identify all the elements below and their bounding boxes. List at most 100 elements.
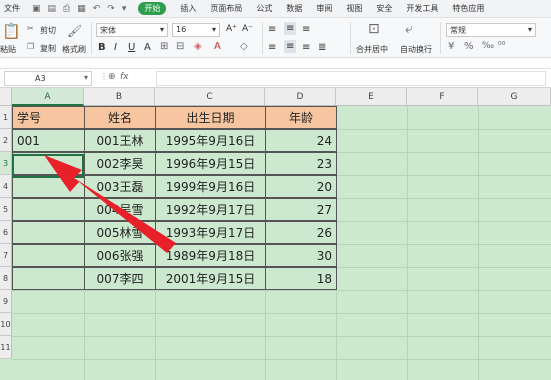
table-cell[interactable]: 30: [265, 244, 337, 267]
cell-style-icon[interactable]: ⊟: [176, 41, 184, 52]
tab-security[interactable]: 安全: [376, 3, 392, 14]
header-cell-age[interactable]: 年龄: [265, 106, 337, 129]
font-name-select[interactable]: 宋体 ▾: [96, 23, 168, 37]
row-header-8[interactable]: 8: [0, 267, 12, 290]
grow-font-icon[interactable]: A⁺: [226, 24, 237, 34]
column-header-d[interactable]: D: [265, 88, 336, 106]
tab-data[interactable]: 数据: [286, 3, 302, 14]
header-cell-birthdate[interactable]: 出生日期: [155, 106, 266, 129]
column-header-a[interactable]: A: [12, 88, 84, 106]
align-top-icon[interactable]: ≡: [268, 24, 276, 35]
print-icon[interactable]: ⎙: [63, 4, 70, 14]
merge-center-icon[interactable]: ⊡: [368, 21, 380, 37]
table-cell[interactable]: 24: [265, 129, 337, 152]
clear-icon[interactable]: ◇: [240, 41, 248, 52]
row-header-5[interactable]: 5: [0, 198, 12, 221]
row-header-3[interactable]: 3: [0, 152, 12, 175]
menu-file[interactable]: 文件: [4, 3, 20, 14]
table-cell[interactable]: 001: [12, 129, 85, 152]
row-header-9[interactable]: 9: [0, 290, 12, 313]
underline-icon[interactable]: U: [128, 42, 135, 53]
column-header-b[interactable]: B: [84, 88, 155, 106]
row-header-1[interactable]: 1: [0, 106, 12, 129]
row-header-2[interactable]: 2: [0, 129, 12, 152]
table-cell[interactable]: 1999年9月16日: [155, 175, 266, 198]
font-color-icon[interactable]: A: [214, 41, 221, 52]
font-size-select[interactable]: 16 ▾: [172, 23, 220, 37]
thousands-icon[interactable]: ‰: [482, 41, 494, 51]
name-box[interactable]: A3 ▾: [4, 71, 92, 86]
table-cell[interactable]: [12, 267, 85, 290]
undo-icon[interactable]: ↶: [93, 4, 101, 14]
column-header-f[interactable]: F: [407, 88, 478, 106]
cut-button[interactable]: 剪切: [40, 25, 56, 36]
redo-icon[interactable]: ↷: [107, 4, 115, 14]
table-cell[interactable]: 26: [265, 221, 337, 244]
paste-button[interactable]: 粘贴: [0, 44, 16, 55]
dropdown-icon[interactable]: ▾: [122, 4, 127, 14]
table-cell[interactable]: 18: [265, 267, 337, 290]
table-cell[interactable]: 002李昊: [84, 152, 156, 175]
align-left-icon[interactable]: ≡: [268, 42, 276, 53]
zoom-icon[interactable]: ⊕: [108, 72, 116, 82]
new-file-icon[interactable]: ▣: [32, 4, 41, 14]
row-header-10[interactable]: 10: [0, 313, 12, 336]
column-header-e[interactable]: E: [336, 88, 407, 106]
row-header-4[interactable]: 4: [0, 175, 12, 198]
tab-review[interactable]: 审阅: [316, 3, 332, 14]
select-all-corner[interactable]: [0, 88, 12, 106]
header-cell-id[interactable]: 学号: [12, 106, 85, 129]
table-cell[interactable]: 27: [265, 198, 337, 221]
table-cell[interactable]: 1996年9月15日: [155, 152, 266, 175]
formula-input[interactable]: [156, 71, 546, 86]
tab-formulas[interactable]: 公式: [256, 3, 272, 14]
table-cell[interactable]: 23: [265, 152, 337, 175]
border-icon[interactable]: ⊞: [160, 41, 168, 52]
table-cell[interactable]: 1992年9月17日: [155, 198, 266, 221]
format-painter-button[interactable]: 格式刷: [62, 44, 86, 55]
open-icon[interactable]: ▤: [48, 4, 57, 14]
print-preview-icon[interactable]: ▦: [77, 4, 86, 14]
table-cell[interactable]: 2001年9月15日: [155, 267, 266, 290]
tab-insert[interactable]: 插入: [180, 3, 196, 14]
wrap-text-button[interactable]: 自动换行: [400, 44, 432, 55]
tab-start[interactable]: 开始: [138, 2, 167, 15]
table-cell[interactable]: 1995年9月16日: [155, 129, 266, 152]
currency-icon[interactable]: ¥: [448, 41, 454, 52]
paste-icon[interactable]: 📋: [2, 22, 21, 40]
table-cell[interactable]: 001王林: [84, 129, 156, 152]
table-cell[interactable]: 20: [265, 175, 337, 198]
row-header-7[interactable]: 7: [0, 244, 12, 267]
copy-button[interactable]: 复制: [40, 43, 56, 54]
bold-icon[interactable]: B: [98, 42, 106, 53]
table-cell[interactable]: [12, 221, 85, 244]
number-format-select[interactable]: 常规 ▾: [446, 23, 536, 37]
table-cell[interactable]: 1989年9月18日: [155, 244, 266, 267]
tab-page-layout[interactable]: 页面布局: [210, 3, 242, 14]
merge-center-button[interactable]: 合并居中: [356, 44, 388, 55]
percent-icon[interactable]: %: [464, 41, 474, 52]
header-cell-name[interactable]: 姓名: [84, 106, 156, 129]
align-center-icon[interactable]: ≡: [284, 40, 297, 53]
align-middle-icon[interactable]: ≡: [284, 22, 297, 35]
table-cell[interactable]: 005林雪: [84, 221, 156, 244]
justify-icon[interactable]: ≣: [318, 42, 326, 53]
table-cell[interactable]: [12, 175, 85, 198]
row-header-11[interactable]: 11: [0, 336, 12, 359]
cut-icon[interactable]: ✂: [27, 24, 34, 33]
wrap-text-icon[interactable]: ⤶: [405, 21, 413, 37]
table-cell[interactable]: [12, 244, 85, 267]
fx-button[interactable]: fx: [120, 72, 129, 82]
tab-view[interactable]: 视图: [346, 3, 362, 14]
table-cell[interactable]: 007李四: [84, 267, 156, 290]
table-cell[interactable]: [12, 198, 85, 221]
column-header-g[interactable]: G: [478, 88, 551, 106]
table-cell[interactable]: 003王磊: [84, 175, 156, 198]
table-cell[interactable]: 1993年9月17日: [155, 221, 266, 244]
fill-color-icon[interactable]: ◈: [194, 41, 202, 52]
increase-decimal-icon[interactable]: ⁰⁰: [498, 41, 505, 51]
table-cell[interactable]: 006张强: [84, 244, 156, 267]
column-header-c[interactable]: C: [155, 88, 265, 106]
copy-icon[interactable]: ❐: [27, 42, 34, 51]
row-header-6[interactable]: 6: [0, 221, 12, 244]
